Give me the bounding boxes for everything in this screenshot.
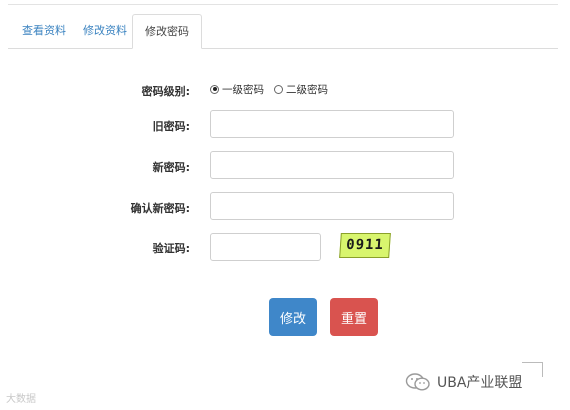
tab-edit-profile[interactable]: 修改资料 <box>71 14 139 48</box>
confirm-password-input[interactable] <box>210 192 454 220</box>
submit-button[interactable]: 修改 <box>269 298 317 336</box>
watermark-right: UBA产业联盟 <box>405 372 522 392</box>
captcha-input[interactable] <box>210 233 321 261</box>
radio-checked-icon <box>210 84 219 94</box>
wechat-icon <box>405 373 430 391</box>
radio-level-1[interactable]: 一级密码 <box>210 82 264 97</box>
profile-tabs: 查看资料 修改资料 修改密码 <box>8 14 558 49</box>
password-level-label: 密码级别: <box>141 85 190 98</box>
new-password-input[interactable] <box>210 151 454 179</box>
radio-level-2-label: 二级密码 <box>286 83 328 96</box>
radio-level-2[interactable]: 二级密码 <box>274 82 328 97</box>
new-password-label: 新密码: <box>152 161 190 174</box>
confirm-password-label: 确认新密码: <box>130 202 190 215</box>
old-password-label: 旧密码: <box>152 120 190 133</box>
reset-button[interactable]: 重置 <box>330 298 378 336</box>
top-divider <box>8 4 558 5</box>
watermark-right-text: UBA产业联盟 <box>437 375 523 391</box>
radio-unchecked-icon <box>274 84 283 94</box>
corner-mark <box>522 362 543 377</box>
watermark-left: 大数据 <box>6 394 36 405</box>
captcha-label: 验证码: <box>152 242 190 255</box>
tab-view-profile[interactable]: 查看资料 <box>10 14 78 48</box>
tab-change-password[interactable]: 修改密码 <box>132 14 202 49</box>
old-password-input[interactable] <box>210 110 454 138</box>
radio-level-1-label: 一级密码 <box>222 83 264 96</box>
password-level-radio-group: 一级密码 二级密码 <box>210 81 338 97</box>
captcha-image[interactable]: 0911 <box>339 233 391 258</box>
